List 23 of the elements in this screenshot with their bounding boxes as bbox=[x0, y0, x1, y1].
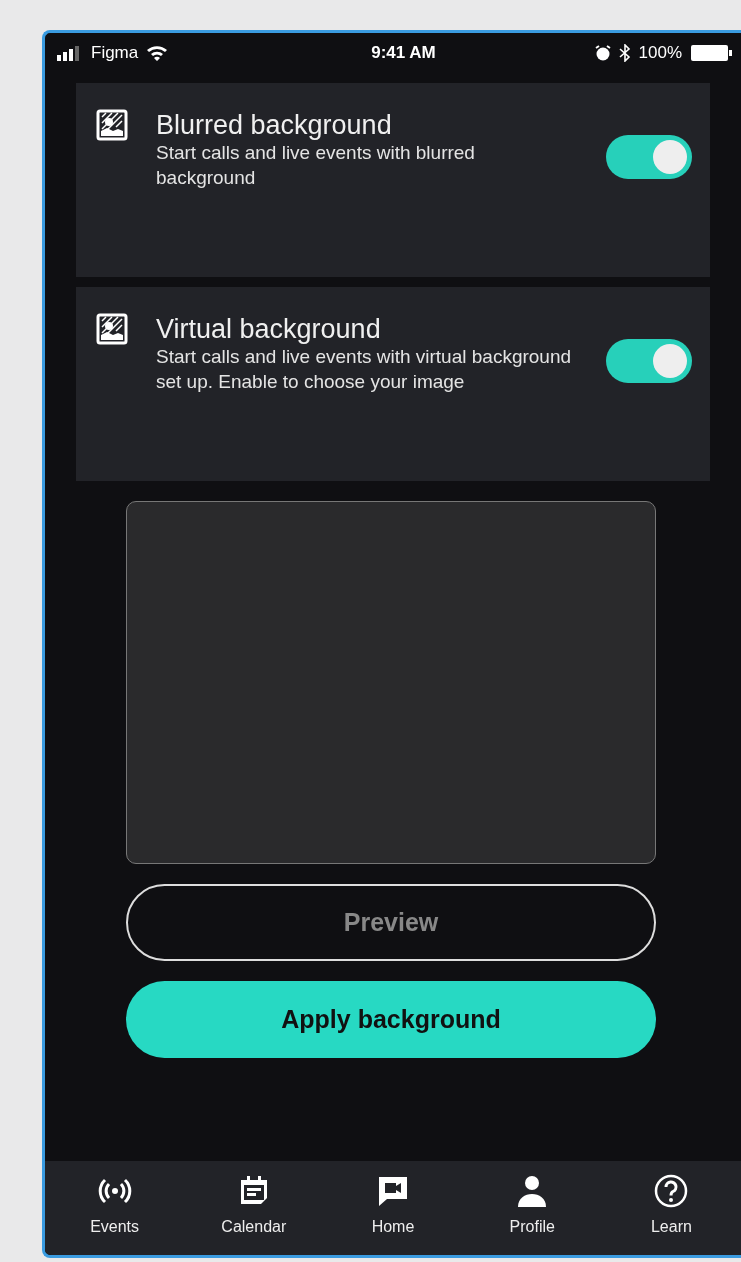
image-icon bbox=[96, 313, 128, 345]
setting-title: Virtual background bbox=[156, 313, 382, 346]
preview-button[interactable]: Preview bbox=[126, 884, 656, 961]
setting-description: Start calls and live events with virtual background set up. Enable to choose your image bbox=[156, 345, 573, 395]
nav-item[interactable]: Profile bbox=[462, 1173, 602, 1239]
nav-item[interactable]: Learn bbox=[601, 1173, 741, 1239]
alarm-icon bbox=[594, 45, 611, 61]
battery-icon bbox=[690, 44, 732, 62]
toggle-switch[interactable] bbox=[606, 135, 692, 179]
clock-time: 9:41 AM bbox=[371, 43, 436, 63]
image-icon bbox=[96, 109, 128, 141]
nav-item[interactable]: Home bbox=[323, 1173, 463, 1239]
wifi-icon bbox=[146, 45, 169, 61]
help-icon bbox=[653, 1173, 690, 1209]
setting-description: Start calls and live events with blurred background bbox=[156, 141, 476, 191]
nav-item[interactable]: Events bbox=[45, 1173, 185, 1239]
setting-title: Blurred background bbox=[156, 109, 393, 142]
apply-button[interactable]: Apply background bbox=[126, 981, 656, 1058]
nav-item[interactable]: Calendar bbox=[184, 1173, 324, 1239]
toggle-switch[interactable] bbox=[606, 339, 692, 383]
carrier-name: Figma bbox=[91, 42, 139, 65]
bluetooth-icon bbox=[618, 44, 631, 62]
battery-percent: 100% bbox=[638, 42, 682, 65]
